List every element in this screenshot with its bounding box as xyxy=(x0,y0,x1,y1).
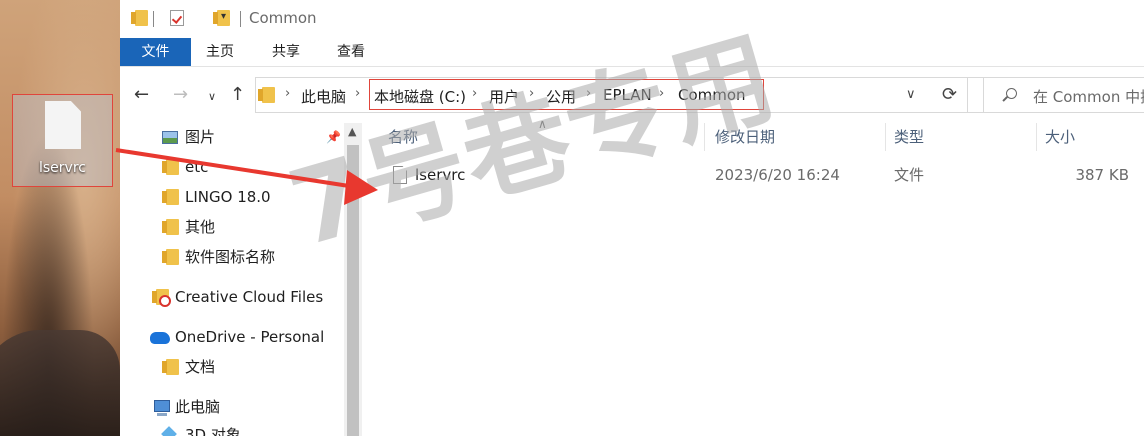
scroll-thumb[interactable] xyxy=(347,145,359,436)
nav-item-this-pc[interactable]: 此电脑 xyxy=(150,395,340,419)
chevron-right-icon[interactable]: › xyxy=(529,86,534,101)
file-icon xyxy=(45,101,81,149)
breadcrumb-this-pc[interactable]: 此电脑 xyxy=(301,86,346,107)
quick-access-dropdown-icon[interactable]: ▾ xyxy=(221,11,226,22)
nav-item-label: 其他 xyxy=(185,218,216,236)
file-name: lservrc xyxy=(415,166,466,184)
refresh-icon[interactable]: ⟳ xyxy=(932,77,968,113)
tab-file[interactable]: 文件 xyxy=(120,38,191,66)
column-header-date[interactable]: 修改日期 xyxy=(715,123,775,151)
folder-icon xyxy=(162,219,179,235)
folder-icon xyxy=(131,10,148,26)
chevron-right-icon[interactable]: › xyxy=(586,86,591,101)
breadcrumb-public[interactable]: 公用 xyxy=(546,86,576,107)
nav-item-label: 3D 对象 xyxy=(185,426,241,436)
column-header-name[interactable]: 名称 xyxy=(388,123,418,151)
chevron-right-icon[interactable]: › xyxy=(659,86,664,101)
pin-icon[interactable]: 📌 xyxy=(326,130,341,144)
up-icon[interactable]: ↑ xyxy=(230,85,245,105)
folder-icon xyxy=(162,159,179,175)
navigation-bar: ← → ∨ ↑ › 此电脑 › 本地磁盘 (C:) › 用户 › 公用 › EP… xyxy=(120,67,1144,123)
tab-home[interactable]: 主页 xyxy=(206,38,234,66)
pictures-icon xyxy=(162,131,178,144)
address-dropdown-icon[interactable]: ∨ xyxy=(906,87,916,102)
nav-item-3d-objects[interactable]: 3D 对象 xyxy=(160,423,340,436)
nav-item-label: 图片 xyxy=(185,128,216,146)
nav-item-label: OneDrive - Personal xyxy=(175,328,325,346)
computer-icon xyxy=(154,400,170,416)
file-date: 2023/6/20 16:24 xyxy=(715,166,840,184)
sort-ascending-icon: ∧ xyxy=(538,117,547,131)
nav-item-label: etc xyxy=(185,158,209,176)
folder-icon xyxy=(162,359,179,375)
nav-item-label: LINGO 18.0 xyxy=(185,188,271,206)
column-header-size[interactable]: 大小 xyxy=(1045,123,1075,151)
nav-item-other[interactable]: 其他 xyxy=(160,215,340,239)
desktop-background: lservrc xyxy=(0,0,120,436)
separator xyxy=(240,11,241,27)
search-placeholder: 在 Common 中搜 xyxy=(1033,88,1144,106)
onedrive-cloud-icon xyxy=(150,332,170,344)
breadcrumb-common[interactable]: Common xyxy=(678,86,746,104)
nav-scrollbar[interactable]: ▲ xyxy=(344,123,362,436)
nav-item-software-icons[interactable]: 软件图标名称 xyxy=(160,245,340,269)
creative-cloud-icon xyxy=(159,295,171,307)
folder-icon xyxy=(258,87,275,103)
title-bar: ▾ Common xyxy=(120,0,1144,38)
folder-icon xyxy=(162,249,179,265)
column-divider[interactable] xyxy=(704,123,705,151)
chevron-right-icon[interactable]: › xyxy=(355,86,360,101)
scroll-up-icon[interactable]: ▲ xyxy=(348,125,356,138)
breadcrumb-eplan[interactable]: EPLAN xyxy=(603,86,652,104)
window-title: Common xyxy=(249,9,317,27)
tab-view[interactable]: 查看 xyxy=(337,38,365,66)
search-input[interactable]: 在 Common 中搜 xyxy=(983,77,1144,113)
breadcrumb-users[interactable]: 用户 xyxy=(489,86,519,107)
column-divider[interactable] xyxy=(1036,123,1037,151)
tab-share[interactable]: 共享 xyxy=(272,38,300,66)
column-divider[interactable] xyxy=(885,123,886,151)
file-type: 文件 xyxy=(894,166,925,184)
nav-item-onedrive[interactable]: OneDrive - Personal xyxy=(150,325,340,349)
nav-item-lingo[interactable]: LINGO 18.0 xyxy=(160,185,340,209)
nav-item-etc[interactable]: etc xyxy=(160,155,340,179)
wallpaper-car-shape xyxy=(0,330,120,436)
properties-checkbox-icon[interactable] xyxy=(170,10,184,26)
folder-icon xyxy=(162,189,179,205)
nav-item-label: Creative Cloud Files xyxy=(175,288,324,306)
file-icon xyxy=(393,166,407,184)
desktop-file-icon-selected[interactable]: lservrc xyxy=(12,94,113,187)
chevron-right-icon[interactable]: › xyxy=(472,86,477,101)
ribbon-tabs: 文件 主页 共享 查看 xyxy=(120,38,1144,67)
forward-icon[interactable]: → xyxy=(173,85,188,105)
nav-item-pictures[interactable]: 图片 xyxy=(160,125,340,149)
nav-item-label: 软件图标名称 xyxy=(185,248,276,266)
search-icon xyxy=(1006,88,1017,99)
desktop-file-label: lservrc xyxy=(39,160,86,176)
navigation-pane: 图片 📌 etc LINGO 18.0 其他 软件图标名称 Creative C… xyxy=(120,123,362,436)
nav-item-label: 此电脑 xyxy=(175,398,221,416)
nav-item-creative-cloud[interactable]: Creative Cloud Files xyxy=(150,285,340,309)
breadcrumb-local-disk[interactable]: 本地磁盘 (C:) xyxy=(374,86,466,107)
chevron-right-icon[interactable]: › xyxy=(285,86,290,101)
file-list-pane: ∧ 名称 修改日期 类型 大小 lservrc 2023/6/20 16:24 … xyxy=(362,117,1144,436)
column-header-type[interactable]: 类型 xyxy=(894,123,924,151)
recent-locations-chevron-icon[interactable]: ∨ xyxy=(208,87,216,107)
separator xyxy=(153,11,154,27)
address-bar[interactable]: › 此电脑 › 本地磁盘 (C:) › 用户 › 公用 › EPLAN › Co… xyxy=(255,77,1030,113)
nav-item-label: 文档 xyxy=(185,358,216,376)
3d-objects-icon xyxy=(161,426,177,436)
file-row[interactable]: lservrc 2023/6/20 16:24 文件 387 KB xyxy=(362,162,1144,188)
file-size: 387 KB xyxy=(1075,166,1129,184)
nav-item-documents[interactable]: 文档 xyxy=(160,355,340,379)
back-icon[interactable]: ← xyxy=(134,85,149,105)
file-explorer-window: ▾ Common 文件 主页 共享 查看 ← → ∨ ↑ › 此电脑 › 本地磁… xyxy=(120,0,1144,436)
